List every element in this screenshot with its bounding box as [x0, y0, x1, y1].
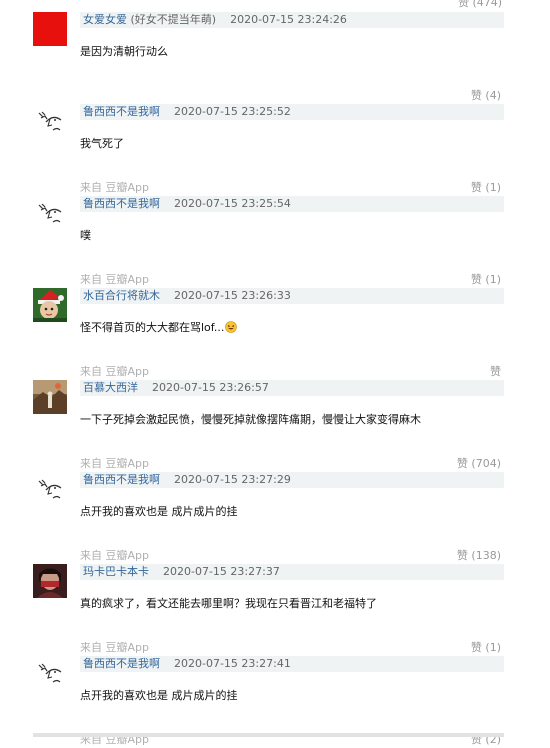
comment-username-link[interactable]: 鲁西西不是我啊 — [83, 657, 160, 670]
comment-text: 我气死了 — [80, 137, 124, 150]
comment-text: 点开我的喜欢也是 成片成片的挂 — [80, 689, 238, 702]
comment-meta-bar: 鲁西西不是我啊 2020-07-15 23:25:54 — [80, 196, 504, 212]
comment-meta-bar: 鲁西西不是我啊 2020-07-15 23:27:29 — [80, 472, 504, 488]
comment-username-link[interactable]: 百慕大西洋 — [83, 381, 138, 394]
vote-button[interactable]: 赞 (4) — [471, 88, 501, 104]
next-comment-edge — [33, 733, 504, 737]
comment-text: 是因为清朝行动么 — [80, 45, 168, 58]
comment-source: 来自 豆瓣App — [80, 549, 149, 562]
comment-meta-bar: 女爱女爱 (好女不提当年萌) 2020-07-15 23:24:26 — [80, 12, 504, 28]
comment-source: 来自 豆瓣App — [80, 641, 149, 654]
comment-item: 玛卡巴卡本卡 2020-07-15 23:27:37 真的疯求了，看文还能去哪里啊？… — [0, 564, 550, 656]
comment-timestamp: 2020-07-15 23:27:41 — [174, 657, 291, 670]
comment-body: 真的疯求了，看文还能去哪里啊？我现在只看晋江和老福特了 — [80, 596, 377, 612]
comment-username-link[interactable]: 女爱女爱 — [83, 13, 127, 26]
laughing-emoji-icon — [225, 321, 238, 333]
avatar[interactable] — [33, 564, 67, 598]
comment-timestamp: 2020-07-15 23:26:57 — [152, 381, 269, 394]
comment-username-link[interactable]: 鲁西西不是我啊 — [83, 105, 160, 118]
comment-meta-bar: 鲁西西不是我啊 2020-07-15 23:27:41 — [80, 656, 504, 672]
comment-timestamp: 2020-07-15 23:27:37 — [163, 565, 280, 578]
comment-timestamp: 2020-07-15 23:27:29 — [174, 473, 291, 486]
comment-text: 一下子死掉会激起民愤，慢慢死掉就像摆阵痛期，慢慢让大家变得麻木 — [80, 413, 421, 426]
comment-timestamp: 2020-07-15 23:25:52 — [174, 105, 291, 118]
comment-meta-bar: 玛卡巴卡本卡 2020-07-15 23:27:37 — [80, 564, 504, 580]
comment-source: 来自 豆瓣App — [80, 181, 149, 194]
comment-username-link[interactable]: 玛卡巴卡本卡 — [83, 565, 149, 578]
comment-item: 鲁西西不是我啊 2020-07-15 23:27:29 点开我的喜欢也是 成片成片的… — [0, 472, 550, 564]
comment-item: 鲁西西不是我啊 2020-07-15 23:25:54 噗来自 豆瓣App 赞 (1) — [0, 196, 550, 288]
comment-text: 噗 — [80, 229, 91, 242]
comment-item: 鲁西西不是我啊 2020-07-15 23:25:52 我气死了来自 豆瓣App 赞 … — [0, 104, 550, 196]
comment-body: 点开我的喜欢也是 成片成片的挂 — [80, 504, 238, 520]
vote-button[interactable]: 赞 (1) — [471, 272, 501, 288]
comment-body: 一下子死掉会激起民愤，慢慢死掉就像摆阵痛期，慢慢让大家变得麻木 — [80, 412, 421, 428]
comment-item: 百慕大西洋 2020-07-15 23:26:57 一下子死掉会激起民愤，慢慢死掉就… — [0, 380, 550, 472]
avatar[interactable] — [33, 380, 67, 414]
vote-button[interactable]: 赞 (1) — [471, 640, 501, 656]
vote-button[interactable]: 赞 (704) — [457, 456, 501, 472]
comment-source: 来自 豆瓣App — [80, 273, 149, 286]
comment-timestamp: 2020-07-15 23:25:54 — [174, 197, 291, 210]
comment-item: 女爱女爱 (好女不提当年萌) 2020-07-15 23:24:26 是因为清朝行动… — [0, 12, 550, 104]
vote-button[interactable]: 赞 — [490, 364, 501, 380]
comment-timestamp: 2020-07-15 23:24:26 — [230, 13, 347, 26]
comment-username-link[interactable]: 水百合行将就木 — [83, 289, 160, 302]
vote-button[interactable]: 赞 (1) — [471, 180, 501, 196]
comment-username-link[interactable]: 鲁西西不是我啊 — [83, 473, 160, 486]
comment-body: 我气死了 — [80, 136, 124, 152]
comment-timestamp: 2020-07-15 23:26:33 — [174, 289, 291, 302]
vote-button[interactable]: 赞 (138) — [457, 548, 501, 564]
avatar[interactable] — [33, 12, 67, 46]
comment-body: 点开我的喜欢也是 成片成片的挂 — [80, 688, 238, 704]
comment-body: 怪不得首页的大大都在骂lof... — [80, 320, 238, 336]
comment-body: 是因为清朝行动么 — [80, 44, 168, 60]
user-signature: (好女不提当年萌) — [127, 13, 217, 26]
avatar[interactable] — [33, 196, 67, 230]
comment-text: 真的疯求了，看文还能去哪里啊？我现在只看晋江和老福特了 — [80, 597, 377, 610]
avatar[interactable] — [33, 656, 67, 690]
comment-body: 噗 — [80, 228, 91, 244]
top-vote-count[interactable]: 赞 (474) — [458, 0, 502, 10]
avatar[interactable] — [33, 472, 67, 506]
comment-username-link[interactable]: 鲁西西不是我啊 — [83, 197, 160, 210]
comment-text: 怪不得首页的大大都在骂lof... — [80, 321, 225, 334]
comment-source: 来自 豆瓣App — [80, 457, 149, 470]
comment-item: 水百合行将就木 2020-07-15 23:26:33 怪不得首页的大大都在骂lof… — [0, 288, 550, 380]
comment-meta-bar: 鲁西西不是我啊 2020-07-15 23:25:52 — [80, 104, 504, 120]
comment-meta-bar: 百慕大西洋 2020-07-15 23:26:57 — [80, 380, 504, 396]
avatar[interactable] — [33, 104, 67, 138]
comment-source: 来自 豆瓣App — [80, 365, 149, 378]
avatar[interactable] — [33, 288, 67, 322]
comment-meta-bar: 水百合行将就木 2020-07-15 23:26:33 — [80, 288, 504, 304]
comment-text: 点开我的喜欢也是 成片成片的挂 — [80, 505, 238, 518]
